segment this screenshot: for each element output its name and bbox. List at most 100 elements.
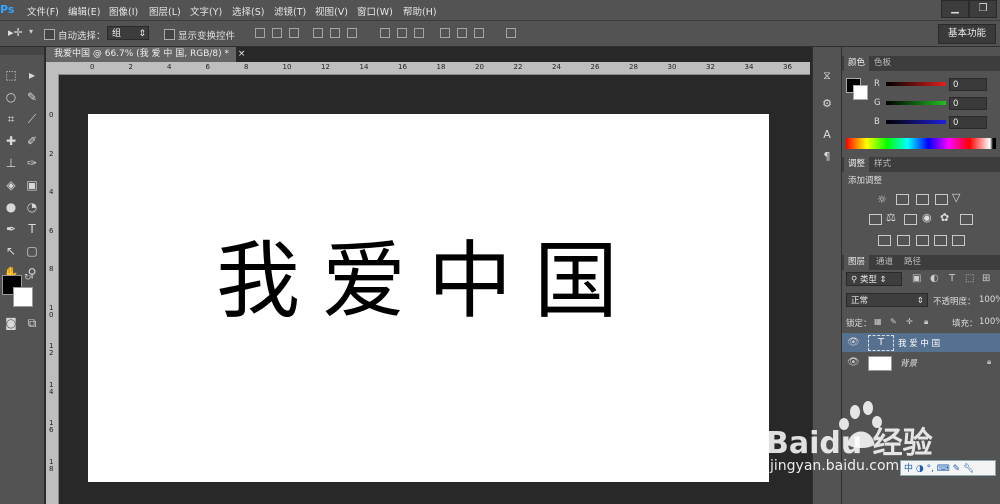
- pen-tool-icon[interactable]: ✒: [1, 219, 21, 239]
- menu-help[interactable]: 帮助(H): [403, 4, 437, 18]
- blur-tool-icon[interactable]: ●: [1, 197, 21, 217]
- fill-value[interactable]: 100%: [979, 317, 1000, 327]
- marquee-tool-icon[interactable]: ⬚: [1, 65, 21, 85]
- show-transform-checkbox[interactable]: [164, 29, 175, 40]
- tab-swatches[interactable]: 色板: [870, 56, 895, 71]
- color-balance-icon[interactable]: ⚖: [886, 211, 896, 224]
- auto-select-checkbox[interactable]: [44, 29, 55, 40]
- align-bottom-icon[interactable]: [289, 28, 299, 38]
- workspace-button[interactable]: 基本功能: [938, 24, 996, 44]
- document-canvas[interactable]: 我爱中国: [88, 114, 769, 482]
- type-tool-icon[interactable]: T: [22, 219, 42, 239]
- auto-align-icon[interactable]: [506, 28, 516, 38]
- menu-file[interactable]: 文件(F): [27, 4, 59, 18]
- tab-color[interactable]: 颜色: [844, 56, 870, 71]
- tab-adjustments[interactable]: 调整: [844, 157, 870, 172]
- color-background-swatch[interactable]: [853, 85, 868, 100]
- character-panel-icon[interactable]: A: [820, 128, 834, 142]
- channel-mixer-icon[interactable]: ✿: [940, 211, 949, 224]
- restore-button[interactable]: ❐: [969, 0, 997, 18]
- align-left-icon[interactable]: [313, 28, 323, 38]
- eraser-tool-icon[interactable]: ◈: [1, 175, 21, 195]
- menu-view[interactable]: 视图(V): [315, 4, 348, 18]
- menu-image[interactable]: 图像(I): [109, 4, 138, 18]
- distribute-hcenter-icon[interactable]: [457, 28, 467, 38]
- color-lookup-icon[interactable]: [960, 214, 973, 225]
- opacity-value[interactable]: 100%: [979, 295, 1000, 305]
- r-value-field[interactable]: 0: [949, 78, 987, 91]
- align-vcenter-icon[interactable]: [272, 28, 282, 38]
- tab-paths[interactable]: 路径: [900, 255, 925, 270]
- history-brush-tool-icon[interactable]: ✑: [22, 153, 42, 173]
- clone-stamp-tool-icon[interactable]: ⊥: [1, 153, 21, 173]
- menu-type[interactable]: 文字(Y): [190, 4, 222, 18]
- align-top-icon[interactable]: [255, 28, 265, 38]
- healing-brush-tool-icon[interactable]: ✚: [1, 131, 21, 151]
- gradient-tool-icon[interactable]: ▣: [22, 175, 42, 195]
- move-tool-icon[interactable]: ▸: [22, 65, 42, 85]
- distribute-bottom-icon[interactable]: [414, 28, 424, 38]
- lock-all-icon[interactable]: 🔒︎: [924, 317, 928, 327]
- quick-mask-icon[interactable]: ◙: [1, 313, 21, 333]
- align-hcenter-icon[interactable]: [330, 28, 340, 38]
- menu-edit[interactable]: 编辑(E): [68, 4, 100, 18]
- curves-icon[interactable]: [916, 194, 929, 205]
- tab-layers[interactable]: 图层: [844, 255, 870, 270]
- filter-shape-icon[interactable]: ⬚: [965, 273, 974, 284]
- move-tool-icon[interactable]: ▸✛: [8, 26, 23, 39]
- distribute-top-icon[interactable]: [380, 28, 390, 38]
- g-slider[interactable]: [886, 101, 946, 105]
- selective-color-icon[interactable]: [934, 235, 947, 246]
- b-slider[interactable]: [886, 120, 946, 124]
- layer-kind-filter[interactable]: ⚲ 类型 ⇕: [846, 272, 902, 286]
- lasso-tool-icon[interactable]: ○: [1, 87, 21, 107]
- photo-filter-icon[interactable]: ◉: [922, 211, 932, 224]
- crop-tool-icon[interactable]: ⌗: [1, 109, 21, 129]
- menu-select[interactable]: 选择(S): [232, 4, 264, 18]
- align-right-icon[interactable]: [347, 28, 357, 38]
- paragraph-panel-icon[interactable]: ¶: [820, 150, 834, 164]
- menu-window[interactable]: 窗口(W): [357, 4, 393, 18]
- r-slider[interactable]: [886, 82, 946, 86]
- black-white-icon[interactable]: [904, 214, 917, 225]
- threshold-icon[interactable]: [916, 235, 929, 246]
- auto-select-dropdown[interactable]: 组 ⇕: [107, 26, 149, 40]
- distribute-vcenter-icon[interactable]: [397, 28, 407, 38]
- color-spectrum-bar[interactable]: [846, 138, 996, 149]
- invert-icon[interactable]: [878, 235, 891, 246]
- dodge-tool-icon[interactable]: ◔: [22, 197, 42, 217]
- brightness-icon[interactable]: ☼: [877, 193, 887, 206]
- layer-row-text[interactable]: 👁︎ T 我 爱 中 国: [842, 333, 1000, 352]
- tab-styles[interactable]: 样式: [870, 157, 895, 172]
- quick-select-tool-icon[interactable]: ✎: [22, 87, 42, 107]
- layer-row-background[interactable]: 👁︎ 背景 🔒︎: [842, 353, 1000, 372]
- brush-tool-icon[interactable]: ✐: [22, 131, 42, 151]
- menu-layer[interactable]: 图层(L): [149, 4, 181, 18]
- screen-mode-icon[interactable]: ⧉: [22, 313, 42, 333]
- lock-position-icon[interactable]: ✛: [906, 317, 913, 326]
- history-panel-icon[interactable]: ⧖: [820, 69, 834, 83]
- posterize-icon[interactable]: [897, 235, 910, 246]
- shape-tool-icon[interactable]: ▢: [22, 241, 42, 261]
- lock-pixels-icon[interactable]: ✎: [890, 317, 897, 326]
- filter-pixel-icon[interactable]: ▣: [912, 273, 921, 284]
- hue-saturation-icon[interactable]: [869, 214, 882, 225]
- b-value-field[interactable]: 0: [949, 116, 987, 129]
- distribute-left-icon[interactable]: [440, 28, 450, 38]
- levels-icon[interactable]: [896, 194, 909, 205]
- exposure-icon[interactable]: [935, 194, 948, 205]
- filter-smart-object-icon[interactable]: ⊞: [982, 273, 990, 284]
- lock-transparent-icon[interactable]: ▦: [874, 317, 882, 326]
- blend-mode-dropdown[interactable]: 正常 ⇕: [846, 293, 928, 307]
- background-color-swatch[interactable]: [13, 287, 33, 307]
- gradient-map-icon[interactable]: [952, 235, 965, 246]
- tab-channels[interactable]: 通道: [872, 255, 897, 270]
- visibility-eye-icon[interactable]: 👁︎: [847, 357, 860, 368]
- swap-colors-icon[interactable]: ↻: [24, 273, 32, 283]
- filter-adjustment-icon[interactable]: ◐: [930, 273, 939, 284]
- ime-mode-icon[interactable]: 中 ◑ °, ⌨ ✎ 🔧︎: [904, 461, 974, 474]
- properties-panel-icon[interactable]: ⚙: [820, 97, 834, 111]
- distribute-right-icon[interactable]: [474, 28, 484, 38]
- tool-preset-chevron-icon[interactable]: ▾: [29, 27, 33, 36]
- filter-type-icon[interactable]: T: [949, 273, 955, 284]
